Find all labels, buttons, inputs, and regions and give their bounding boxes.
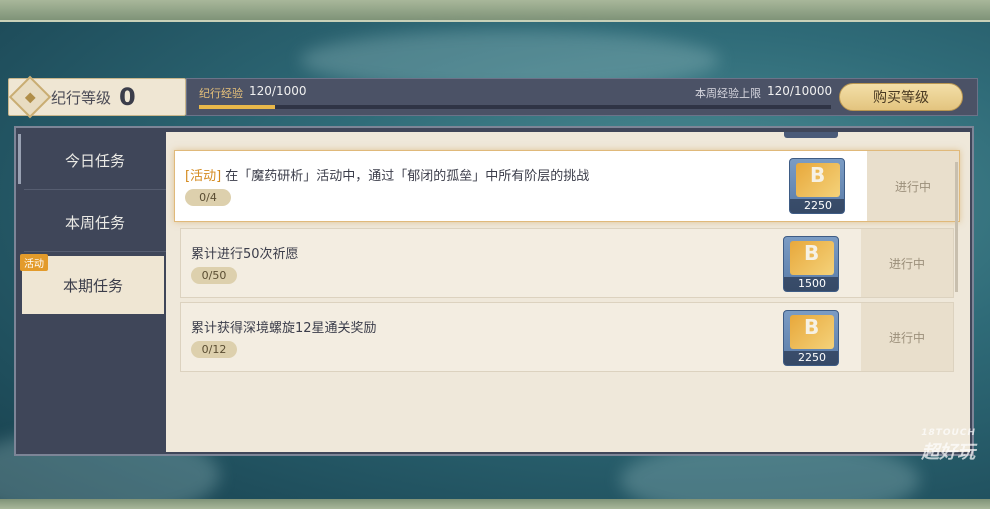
exp-progress-fill	[199, 105, 275, 109]
tab-label: 本周任务	[64, 214, 125, 232]
watermark-logo: 18TOUCH 超好玩	[921, 428, 976, 464]
reward-letter: B	[804, 315, 820, 339]
task-description: 在「魔药研析」活动中，通过「郁闭的孤垒」中所有阶层的挑战	[221, 169, 590, 184]
exp-book-icon: B 2250	[789, 158, 845, 214]
tab-label: 本期任务	[62, 276, 123, 295]
scrollbar[interactable]	[955, 162, 958, 292]
previous-item-stub	[784, 132, 838, 138]
task-description: 累计获得深境螺旋12星通关奖励	[191, 321, 377, 336]
event-badge: 活动	[20, 254, 48, 271]
task-description: 累计进行50次祈愿	[191, 247, 299, 262]
watermark-small: 18TOUCH	[921, 428, 976, 438]
sidebar: 今日任务 本周任务 本期任务 活动	[16, 128, 166, 454]
level-label: 纪行等级	[51, 88, 112, 107]
exp-book-icon: B 2250	[783, 310, 839, 366]
reward-letter: B	[804, 241, 820, 265]
task-text: [活动] 在「魔药研析」活动中，通过「郁闭的孤垒」中所有阶层的挑战	[185, 165, 589, 184]
task-progress: 0/12	[191, 341, 237, 358]
reward-letter: B	[810, 163, 826, 187]
task-list[interactable]: [活动] 在「魔药研析」活动中，通过「郁闭的孤垒」中所有阶层的挑战 0/4 B …	[166, 132, 970, 452]
exp-book-icon: B 1500	[783, 236, 839, 292]
diamond-emblem-icon: ◆	[8, 75, 52, 119]
task-progress: 0/50	[191, 267, 237, 284]
week-limit-value: 120/10000	[767, 84, 833, 98]
mission-panel: 今日任务 本周任务 本期任务 活动 [活动] 在「魔药研析」活动中，通过「郁闭的…	[14, 126, 974, 456]
top-frame	[0, 0, 990, 22]
reward-count: 1500	[784, 277, 838, 291]
event-tag: [活动]	[185, 169, 222, 184]
bottom-frame	[0, 499, 990, 509]
task-status: 进行中	[861, 229, 953, 297]
watermark-big: 超好玩	[921, 442, 976, 463]
reward-count: 2250	[790, 199, 844, 213]
task-progress: 0/4	[185, 189, 231, 206]
tab-label: 今日任务	[64, 152, 125, 170]
exp-value: 120/1000	[249, 84, 307, 98]
tab-daily[interactable]: 今日任务	[24, 132, 166, 190]
task-row[interactable]: [活动] 在「魔药研析」活动中，通过「郁闭的孤垒」中所有阶层的挑战 0/4 B …	[174, 150, 960, 222]
sidebar-stripe	[18, 134, 21, 184]
reward-count: 2250	[784, 351, 838, 365]
exp-bar: 纪行经验 120/1000 本周经验上限 120/10000 购买等级	[186, 78, 978, 116]
task-row[interactable]: 累计进行50次祈愿 0/50 B 1500 进行中	[180, 228, 954, 298]
task-row[interactable]: 累计获得深境螺旋12星通关奖励 0/12 B 2250 进行中	[180, 302, 954, 372]
buy-level-button[interactable]: 购买等级	[839, 83, 963, 111]
pass-level-box: ◆ 纪行等级 0	[8, 75, 186, 119]
task-status: 进行中	[867, 151, 959, 221]
task-status: 进行中	[861, 303, 953, 371]
week-limit-label: 本周经验上限	[695, 87, 761, 100]
tab-weekly[interactable]: 本周任务	[24, 194, 166, 252]
exp-progress-track	[199, 105, 831, 109]
exp-label: 纪行经验	[199, 87, 243, 100]
level-value: 0	[119, 83, 136, 111]
